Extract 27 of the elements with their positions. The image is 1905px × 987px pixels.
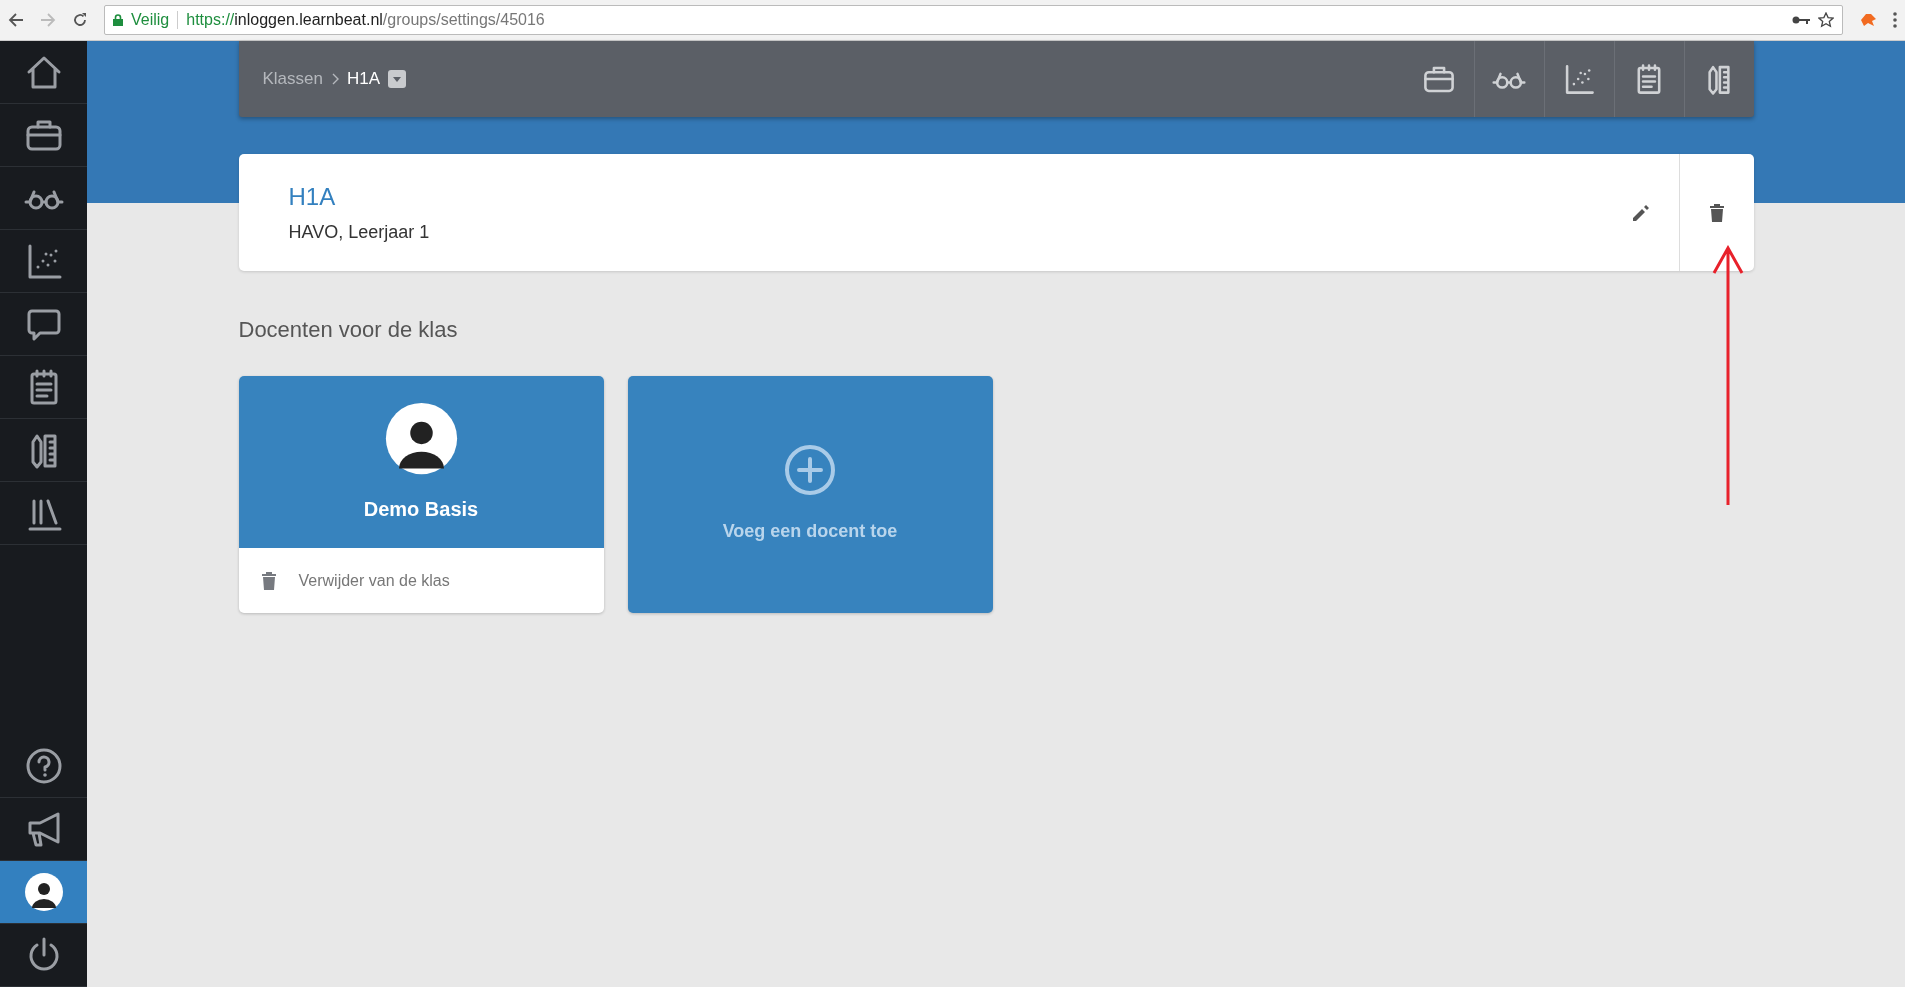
- avatar-icon: [23, 872, 64, 912]
- address-bar[interactable]: Veilig https://inloggen.learnbeat.nl/groups/settings/45016: [104, 5, 1843, 35]
- url-text: https://inloggen.learnbeat.nl/groups/settings/45016: [186, 10, 545, 30]
- section-heading: Docenten voor de klas: [238, 316, 459, 344]
- menu-icon[interactable]: [1893, 12, 1897, 28]
- key-icon[interactable]: [1792, 15, 1810, 25]
- back-icon[interactable]: [8, 12, 24, 28]
- secure-label: Veilig: [131, 10, 170, 30]
- chevron-icon: [331, 73, 339, 85]
- group-subtitle: HAVO, Leerjaar 1: [288, 221, 431, 244]
- sidebar-item[interactable]: [0, 861, 87, 924]
- trash-icon: [260, 570, 277, 591]
- pencil-icon: [1631, 202, 1651, 223]
- avatar-icon: [383, 401, 459, 476]
- breadcrumb-link[interactable]: Klassen: [262, 66, 323, 92]
- breadcrumb-current: H1A: [347, 68, 381, 91]
- group-title: H1A: [288, 182, 337, 212]
- trash-icon: [1708, 202, 1725, 223]
- extension-icon[interactable]: [1859, 12, 1877, 28]
- reload-icon[interactable]: [72, 12, 88, 28]
- lock-icon: [113, 14, 123, 26]
- add-teacher-button[interactable]: Voeg een docent toe: [627, 376, 993, 613]
- teacher-name: Demo Basis: [363, 497, 479, 522]
- star-icon[interactable]: [1818, 12, 1834, 28]
- dropdown-icon[interactable]: [388, 70, 407, 88]
- remove-teacher-button[interactable]: Verwijder van de klas: [238, 548, 604, 613]
- plus-circle-icon: [784, 444, 836, 496]
